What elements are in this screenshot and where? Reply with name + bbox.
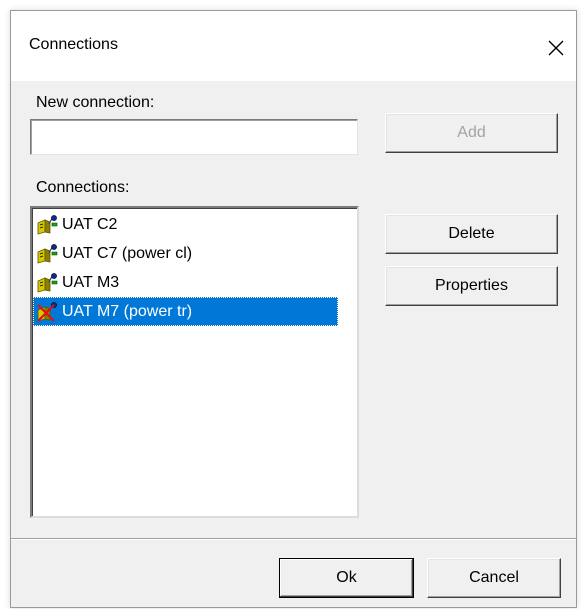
new-connection-label: New connection: bbox=[36, 94, 155, 111]
list-item-uat-m7[interactable]: UAT M7 (power tr) bbox=[33, 297, 338, 326]
connection-icon bbox=[37, 243, 58, 264]
close-icon bbox=[548, 40, 564, 56]
delete-button[interactable]: Delete bbox=[385, 214, 558, 254]
list-item-label: UAT M3 bbox=[62, 273, 120, 291]
list-item-label: UAT M7 (power tr) bbox=[62, 302, 193, 320]
list-item-uat-c7[interactable]: UAT C7 (power cl) bbox=[33, 239, 356, 268]
list-item-uat-m3[interactable]: UAT M3 bbox=[33, 268, 356, 297]
connection-icon bbox=[37, 214, 58, 235]
list-item-label: UAT C2 bbox=[62, 215, 118, 233]
dialog-title: Connections bbox=[29, 36, 118, 53]
list-item-uat-c2[interactable]: UAT C2 bbox=[33, 210, 356, 239]
list-item-label: UAT C7 (power cl) bbox=[62, 244, 193, 262]
close-button[interactable] bbox=[536, 31, 576, 65]
new-connection-input[interactable] bbox=[30, 119, 358, 155]
connections-list[interactable]: UAT C2 UAT C7 (power cl) UAT M3 UAT M7 (… bbox=[30, 206, 359, 518]
connections-dialog: Connections New connection: Add Connecti… bbox=[10, 10, 577, 608]
connection-disabled-icon bbox=[37, 301, 57, 322]
cancel-button[interactable]: Cancel bbox=[427, 558, 561, 598]
properties-button[interactable]: Properties bbox=[385, 266, 558, 306]
connection-icon bbox=[37, 272, 58, 293]
add-button[interactable]: Add bbox=[385, 113, 558, 153]
title-bar: Connections bbox=[11, 11, 576, 81]
footer-divider bbox=[11, 538, 576, 540]
ok-button[interactable]: Ok bbox=[279, 558, 414, 598]
connections-label: Connections: bbox=[36, 179, 130, 196]
